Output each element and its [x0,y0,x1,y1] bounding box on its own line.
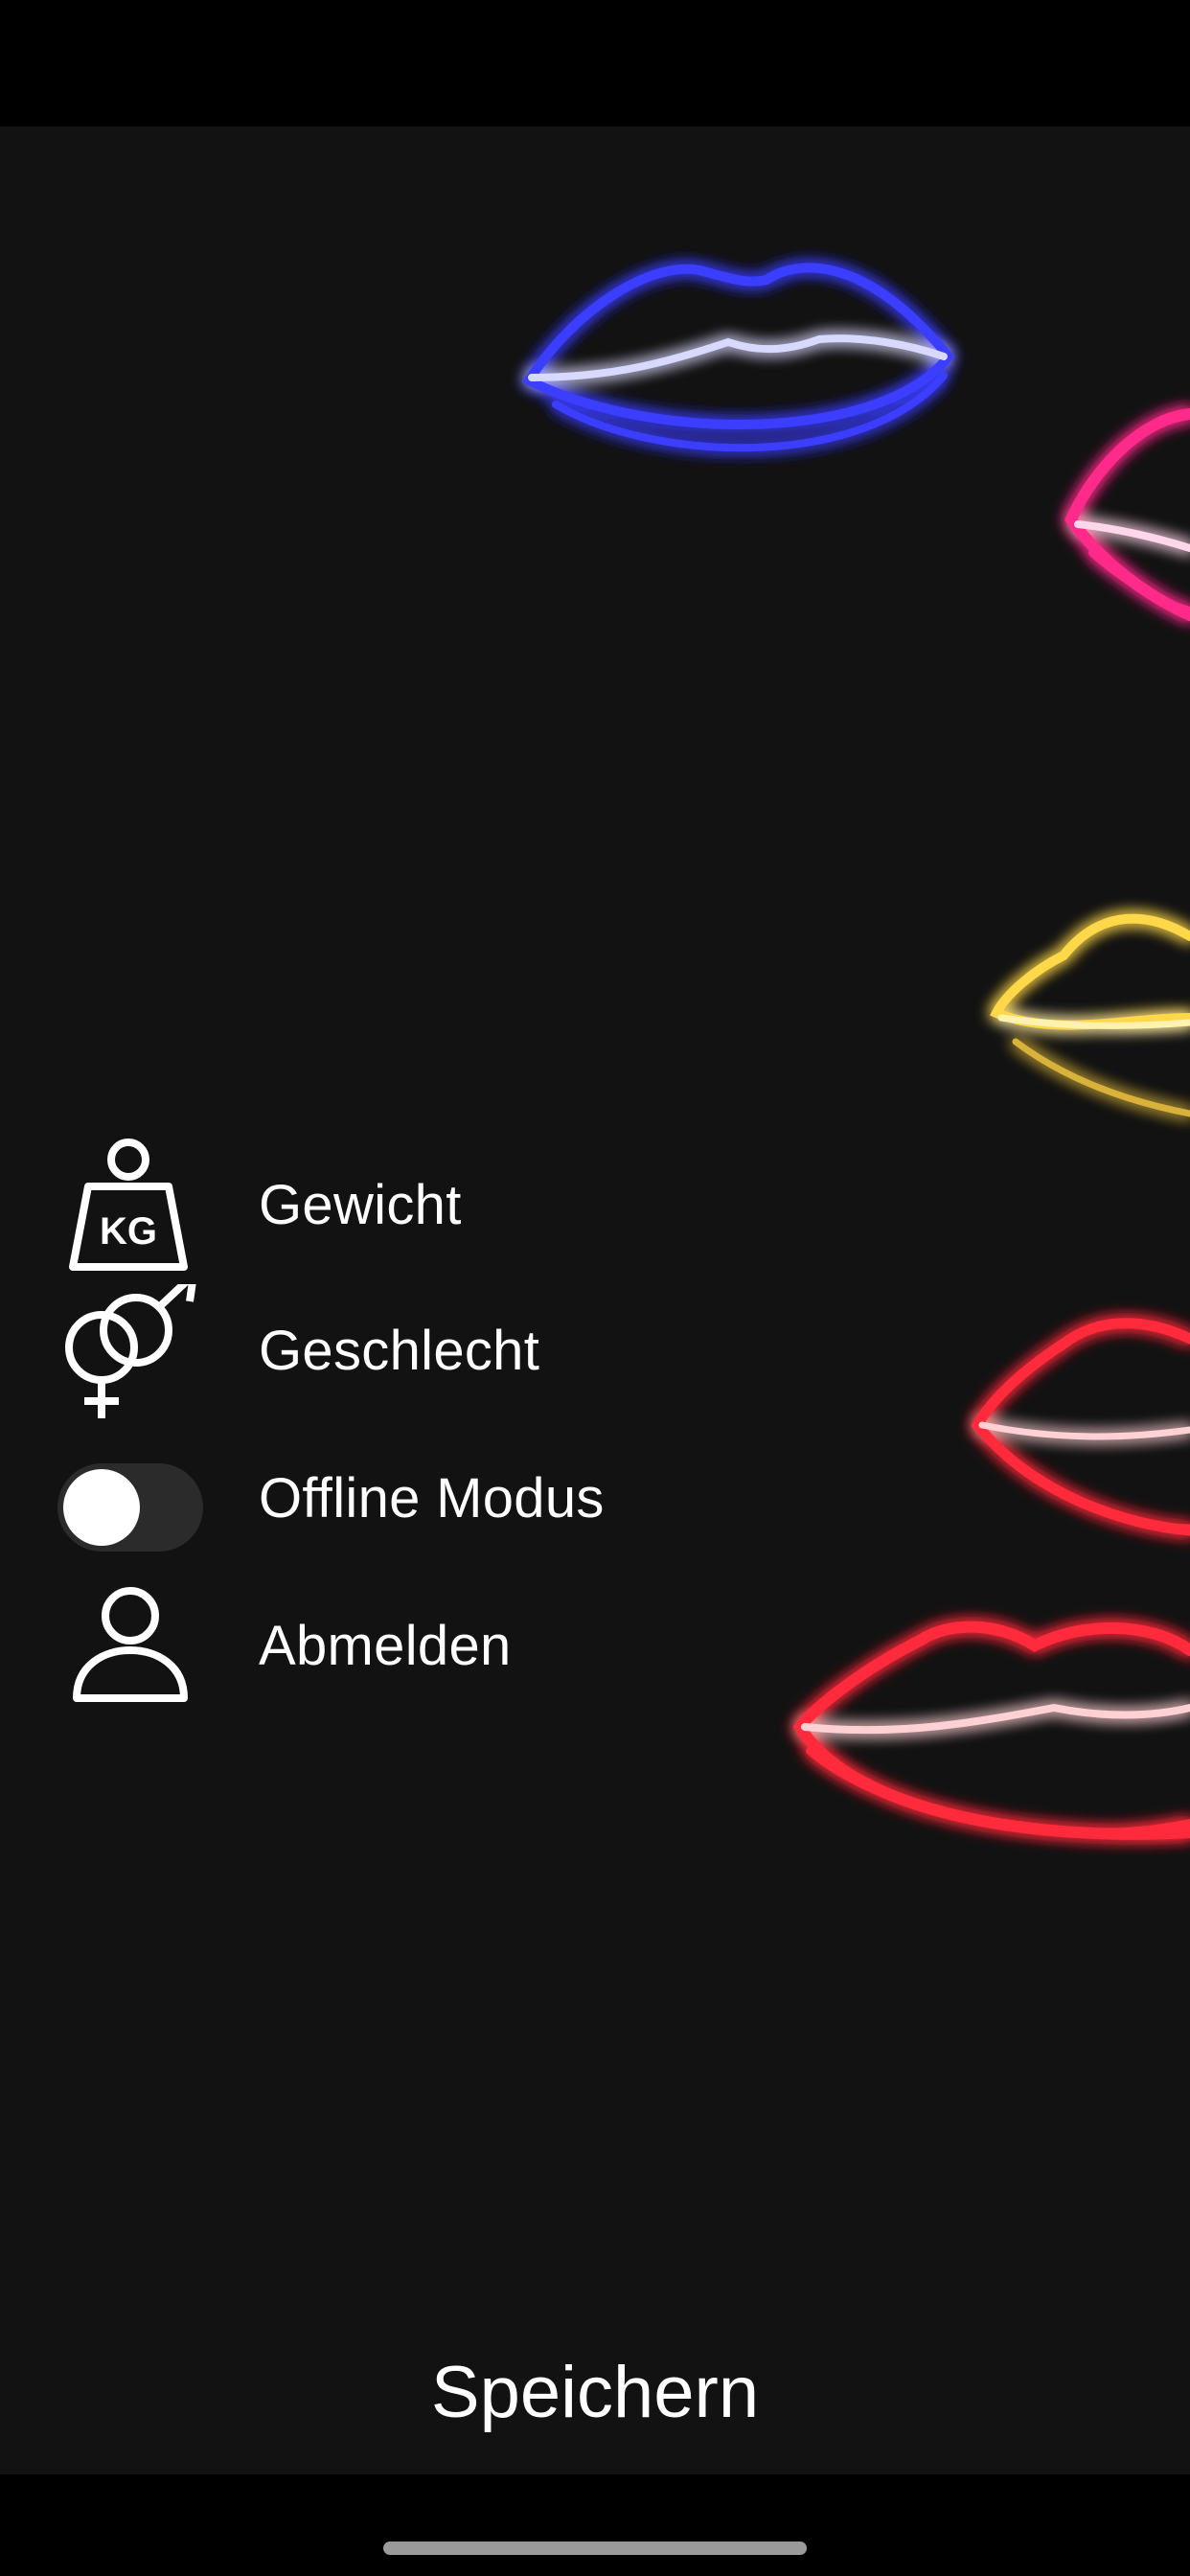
menu-item-label-logout: Abmelden [259,1615,512,1677]
neon-lips-icon [1064,408,1190,621]
menu-item-weight[interactable]: KG Gewicht [0,1138,862,1273]
menu-item-label-offline-mode: Offline Modus [259,1467,605,1530]
neon-lips-icon [971,1318,1190,1536]
home-bar [0,2474,1190,2576]
menu-item-gender[interactable]: Geschlecht [0,1284,862,1418]
user-icon [73,1587,188,1702]
gender-icon [65,1284,196,1418]
save-button[interactable]: Speichern [0,2331,1190,2455]
menu-item-offline-mode: Offline Modus [0,1432,862,1566]
settings-screen: KG Gewicht Geschlecht Offline Modus Abme… [0,126,1190,2474]
home-indicator[interactable] [383,2542,807,2555]
weight-kg-icon: KG [69,1138,188,1271]
offline-mode-toggle[interactable] [57,1463,203,1552]
neon-lips-icon [521,263,955,452]
toggle-knob [63,1469,140,1546]
neon-lips-icon [990,913,1190,1117]
weight-icon-text: KG [100,1210,157,1253]
menu-item-label-weight: Gewicht [259,1174,462,1236]
status-bar [0,0,1190,126]
menu-item-logout[interactable]: Abmelden [0,1579,862,1714]
menu-item-label-gender: Geschlecht [259,1320,540,1382]
